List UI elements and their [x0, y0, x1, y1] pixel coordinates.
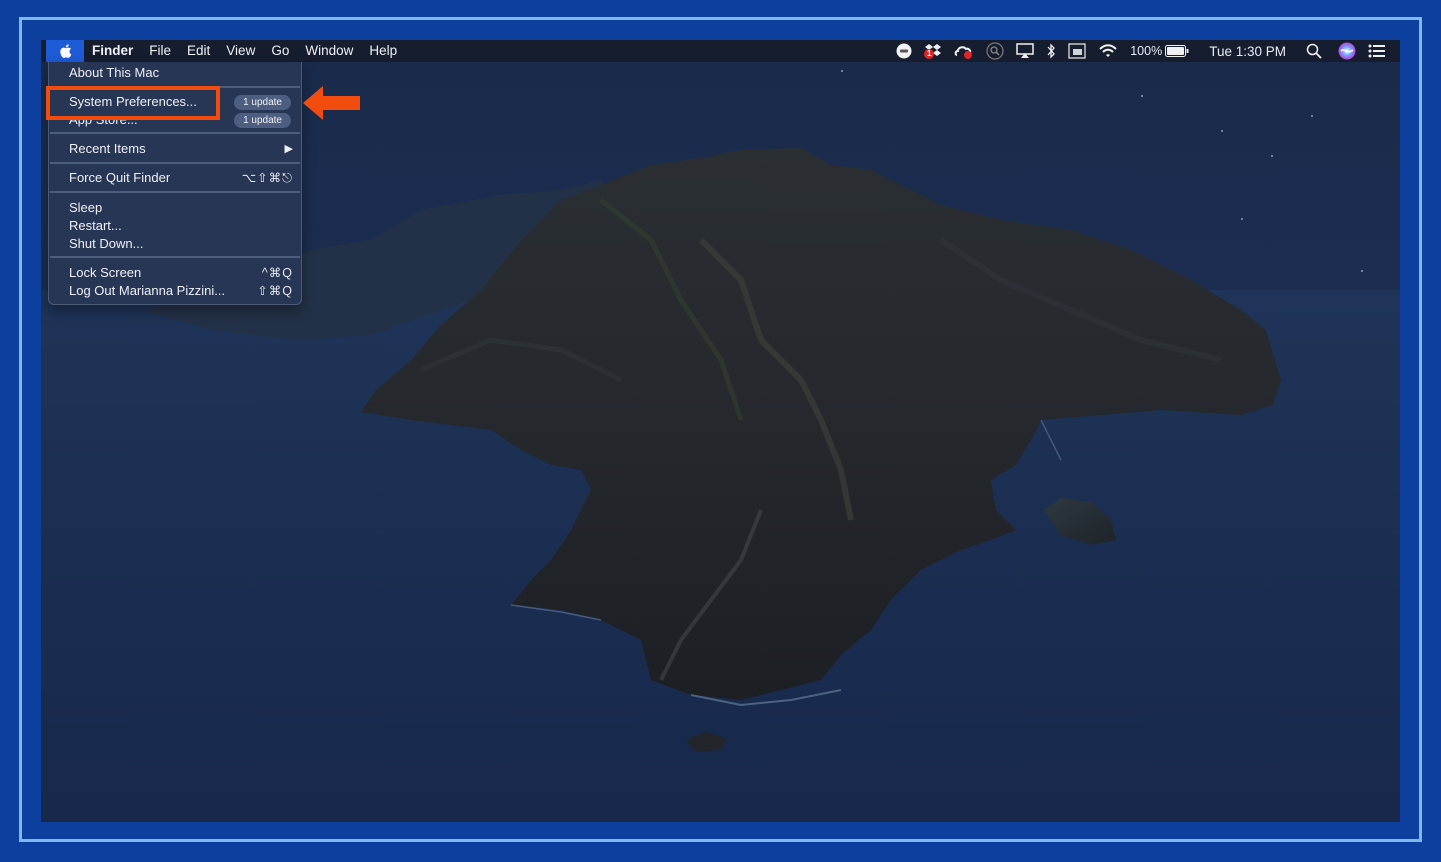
- update-badge: 1 update: [234, 94, 291, 110]
- update-badge: 1 update: [234, 112, 291, 128]
- menu-item-sleep[interactable]: Sleep: [69, 199, 293, 217]
- menu-item-label: About This Mac: [69, 65, 160, 80]
- spotlight-privacy-icon[interactable]: [986, 40, 1004, 62]
- menu-separator: [50, 256, 300, 258]
- menu-item-force-quit[interactable]: Force Quit Finder ⌥⇧⌘⎋: [69, 169, 293, 187]
- siri-icon[interactable]: [1338, 40, 1356, 62]
- menu-window[interactable]: Window: [297, 40, 361, 62]
- menu-item-recent-items[interactable]: Recent Items ▶: [69, 140, 293, 158]
- shortcut-label: ⇧⌘Q: [257, 284, 293, 298]
- menu-separator: [50, 191, 300, 193]
- menu-separator: [50, 132, 300, 134]
- shortcut-label: ⌥⇧⌘⎋: [241, 171, 293, 185]
- shortcut-label: ^⌘Q: [261, 266, 293, 280]
- notification-center-icon[interactable]: [1368, 40, 1386, 62]
- menu-item-label: Sleep: [69, 200, 103, 215]
- menu-finder[interactable]: Finder: [84, 40, 141, 62]
- menu-separator: [50, 162, 300, 164]
- menu-view[interactable]: View: [218, 40, 263, 62]
- menu-item-shut-down[interactable]: Shut Down...: [69, 235, 293, 253]
- menu-item-lock-screen[interactable]: Lock Screen ^⌘Q: [69, 264, 293, 282]
- battery-icon[interactable]: [1165, 40, 1189, 62]
- menu-item-label: Force Quit Finder: [69, 170, 171, 185]
- status-area: 1 100% Tue 1:30 PM: [890, 40, 1400, 62]
- menu-bar: Finder File Edit View Go Window Help 1 1…: [41, 40, 1400, 62]
- airplay-icon[interactable]: [1016, 40, 1034, 62]
- highlight-box: [46, 86, 220, 120]
- submenu-arrow-icon: ▶: [284, 143, 293, 155]
- menu-item-log-out[interactable]: Log Out Marianna Pizzini... ⇧⌘Q: [69, 282, 293, 300]
- menu-edit[interactable]: Edit: [179, 40, 218, 62]
- keyboard-viewer-icon[interactable]: [1068, 40, 1086, 62]
- menu-item-label: Shut Down...: [69, 236, 144, 251]
- menu-item-label: Lock Screen: [69, 265, 142, 280]
- desktop: Finder File Edit View Go Window Help 1 1…: [41, 40, 1400, 822]
- menu-help[interactable]: Help: [361, 40, 405, 62]
- menu-item-restart[interactable]: Restart...: [69, 217, 293, 235]
- zoom-icon[interactable]: [896, 40, 912, 62]
- apple-logo-icon: [60, 44, 72, 58]
- wifi-icon[interactable]: [1098, 40, 1118, 62]
- menu-file[interactable]: File: [141, 40, 179, 62]
- pointer-arrow-icon: [303, 86, 360, 120]
- creative-cloud-icon[interactable]: [954, 40, 974, 62]
- menu-item-about-this-mac[interactable]: About This Mac: [69, 64, 293, 82]
- apple-menu-button[interactable]: [46, 40, 84, 62]
- menu-item-label: Restart...: [69, 218, 122, 233]
- clock[interactable]: Tue 1:30 PM: [1209, 40, 1286, 62]
- menu-item-label: Recent Items: [69, 141, 146, 156]
- menu-item-label: Log Out Marianna Pizzini...: [69, 283, 226, 298]
- battery-percent[interactable]: 100%: [1130, 40, 1162, 62]
- bluetooth-icon[interactable]: [1046, 40, 1056, 62]
- search-icon[interactable]: [1306, 40, 1322, 62]
- menu-go[interactable]: Go: [263, 40, 297, 62]
- dropbox-icon[interactable]: 1: [924, 40, 942, 62]
